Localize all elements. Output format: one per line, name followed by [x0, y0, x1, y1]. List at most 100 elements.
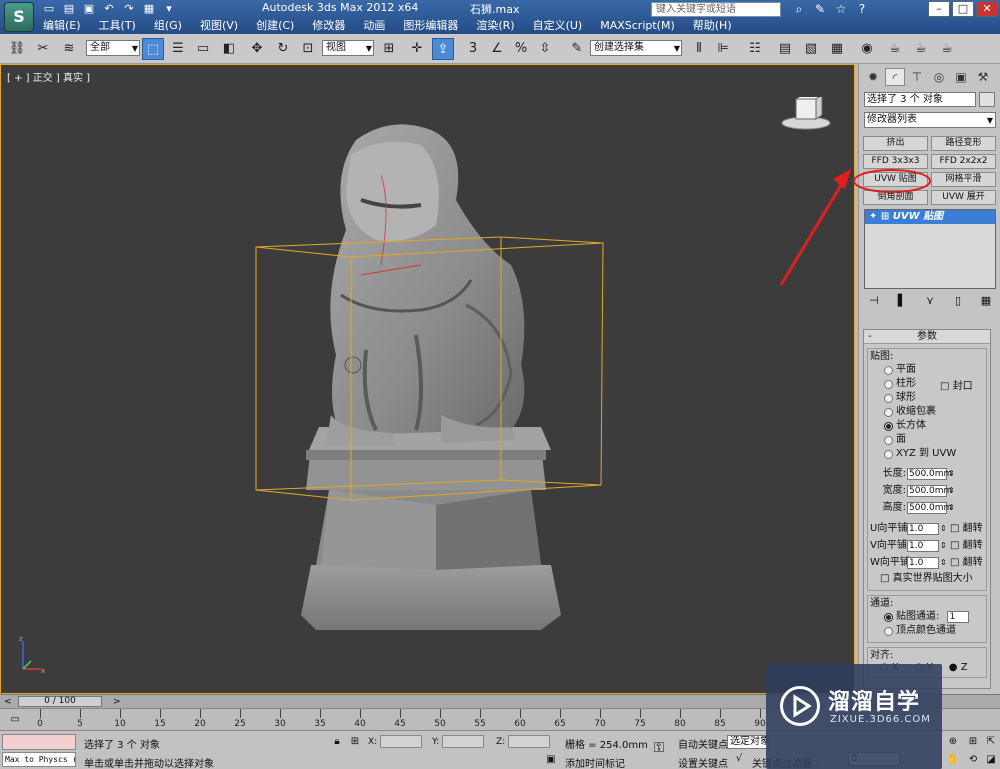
schematic-view-icon[interactable]: ▦: [826, 38, 848, 60]
remove-modifier-icon[interactable]: ▯: [948, 293, 968, 309]
material-editor-icon[interactable]: ◉: [856, 38, 878, 60]
zoom-extents-icon[interactable]: ⊕: [946, 735, 960, 749]
object-name-field[interactable]: 选择了 3 个 对象: [864, 92, 976, 107]
time-tag-icon[interactable]: ▣: [544, 753, 558, 767]
v-flip-checkbox[interactable]: □ 翻转: [950, 537, 983, 554]
bind-spacewarp-icon[interactable]: ≋: [58, 38, 80, 60]
stack-item-uvw-map[interactable]: ✦ ⊞ UVW 贴图: [865, 210, 995, 224]
time-next-icon[interactable]: >: [113, 695, 121, 709]
w-flip-checkbox[interactable]: □ 翻转: [950, 554, 983, 571]
spinner-snap-icon[interactable]: ⇳: [534, 38, 556, 60]
radio-spherical[interactable]: 球形: [870, 391, 984, 405]
graphite-tools-icon[interactable]: ▤: [774, 38, 796, 60]
modifier-list-dropdown[interactable]: 修改器列表: [864, 112, 996, 128]
minimize-button[interactable]: –: [928, 1, 950, 17]
spinner-arrows-icon[interactable]: ⇕: [948, 465, 956, 482]
cap-checkbox[interactable]: 封口: [940, 377, 973, 392]
modifier-button-ffd222[interactable]: FFD 2x2x2: [931, 154, 996, 169]
render-setup-icon[interactable]: ☕: [884, 38, 906, 60]
spinner-arrows-icon[interactable]: ⇕: [948, 482, 956, 499]
wrench-icon[interactable]: ✎: [811, 1, 829, 17]
perspective-viewport[interactable]: [ + ] 正交 ] 真实 ] z x: [0, 64, 855, 694]
key-filter-icon[interactable]: √: [732, 752, 746, 766]
align-icon[interactable]: ⊫: [712, 38, 734, 60]
menu-views[interactable]: 视图(V): [191, 18, 247, 34]
create-tab-icon[interactable]: ✹: [863, 68, 883, 86]
radio-shrink-wrap[interactable]: 收缩包裹: [870, 405, 984, 419]
star-icon[interactable]: ☆: [832, 1, 850, 17]
scale-icon[interactable]: ⊡: [297, 38, 319, 60]
length-input[interactable]: 500.0mm: [907, 467, 952, 480]
redo-icon[interactable]: ↷: [120, 1, 138, 16]
save-icon[interactable]: ▣: [80, 1, 98, 16]
select-by-name-icon[interactable]: ☰: [167, 38, 189, 60]
utilities-tab-icon[interactable]: ⚒: [973, 68, 993, 86]
menu-modifiers[interactable]: 修改器: [303, 18, 354, 34]
bulb-icon[interactable]: ✦ ⊞: [869, 211, 893, 222]
menu-rendering[interactable]: 渲染(R): [467, 18, 523, 34]
height-input[interactable]: 500.0mm: [907, 501, 952, 514]
width-input[interactable]: 500.0mm: [907, 484, 952, 497]
window-crossing-icon[interactable]: ◧: [218, 38, 240, 60]
radio-planar[interactable]: 平面: [870, 363, 984, 377]
layer-manager-icon[interactable]: ☷: [744, 38, 766, 60]
hierarchy-tab-icon[interactable]: ⊤: [907, 68, 927, 86]
search-input[interactable]: 键入关键字或短语: [651, 2, 781, 17]
modify-tab-icon[interactable]: ◜: [885, 68, 905, 86]
zoom-all-icon[interactable]: ⊞: [966, 735, 980, 749]
orbit-icon[interactable]: ⟲: [966, 753, 980, 767]
binoculars-icon[interactable]: ⌕: [790, 1, 808, 17]
viewcube-icon[interactable]: [780, 97, 832, 131]
real-world-checkbox[interactable]: □ 真实世界贴图大小: [870, 571, 984, 586]
menu-help[interactable]: 帮助(H): [684, 18, 741, 34]
edit-named-selection-icon[interactable]: ✎: [566, 38, 588, 60]
undo-icon[interactable]: ↶: [100, 1, 118, 16]
motion-tab-icon[interactable]: ◎: [929, 68, 949, 86]
snaps-toggle-icon[interactable]: 3: [462, 38, 484, 60]
select-object-icon[interactable]: ⬚: [142, 38, 164, 60]
modifier-button-path-deform[interactable]: 路径变形: [931, 136, 996, 151]
curve-editor-icon[interactable]: ▧: [800, 38, 822, 60]
y-coord-input[interactable]: [442, 735, 485, 748]
u-flip-checkbox[interactable]: □ 翻转: [950, 520, 983, 537]
maximize-viewport-icon[interactable]: ⇱: [984, 735, 998, 749]
menu-create[interactable]: 创建(C): [247, 18, 303, 34]
radio-box[interactable]: 长方体: [870, 419, 984, 433]
maxscript-mini-listener[interactable]: Max to Physcs (: [2, 752, 76, 767]
make-unique-icon[interactable]: ⋎: [920, 293, 940, 309]
link-icon[interactable]: ⛓: [6, 38, 28, 60]
display-tab-icon[interactable]: ▣: [951, 68, 971, 86]
percent-snap-icon[interactable]: %: [510, 38, 532, 60]
w-tile-input[interactable]: 1.0: [907, 556, 939, 569]
maxscript-listener[interactable]: [2, 734, 76, 750]
key-mode-dropdown[interactable]: 选定对象: [727, 735, 769, 749]
render-production-icon[interactable]: ☕: [936, 38, 958, 60]
menu-animation[interactable]: 动画: [354, 18, 394, 34]
spinner-arrows-icon[interactable]: ⇕: [940, 520, 948, 537]
x-coord-input[interactable]: [380, 735, 423, 748]
v-tile-input[interactable]: 1.0: [907, 539, 939, 552]
new-icon[interactable]: ▭: [40, 1, 58, 16]
z-coord-input[interactable]: [508, 735, 551, 748]
absolute-mode-icon[interactable]: ⊞: [348, 735, 362, 749]
mirror-icon[interactable]: ⫴: [688, 38, 710, 60]
mini-curve-editor-icon[interactable]: ▭: [8, 713, 22, 727]
close-button[interactable]: ✕: [976, 1, 998, 17]
pan-icon[interactable]: ✋: [946, 753, 960, 767]
pin-stack-icon[interactable]: ⊣: [864, 293, 884, 309]
key-icon[interactable]: ⚿: [648, 741, 670, 755]
set-key-button[interactable]: 设置关键点: [678, 755, 728, 769]
menu-graph-editors[interactable]: 图形编辑器: [394, 18, 467, 34]
maximize-button[interactable]: □: [952, 1, 974, 17]
radio-map-channel[interactable]: 贴图通道: 1: [870, 610, 984, 624]
select-manipulate-icon[interactable]: ✛: [406, 38, 428, 60]
radio-align-z[interactable]: ● Z: [949, 662, 968, 673]
radio-xyz-to-uvw[interactable]: XYZ 到 UVW: [870, 447, 984, 461]
rendered-frame-icon[interactable]: ☕: [910, 38, 932, 60]
menu-tools[interactable]: 工具(T): [90, 18, 145, 34]
time-slider-knob[interactable]: 0 / 100: [18, 696, 102, 707]
u-tile-input[interactable]: 1.0: [907, 522, 939, 535]
hold-icon[interactable]: ▦: [140, 1, 158, 16]
add-time-tag[interactable]: 添加时间标记: [565, 755, 625, 769]
app-logo-button[interactable]: S: [4, 2, 34, 32]
